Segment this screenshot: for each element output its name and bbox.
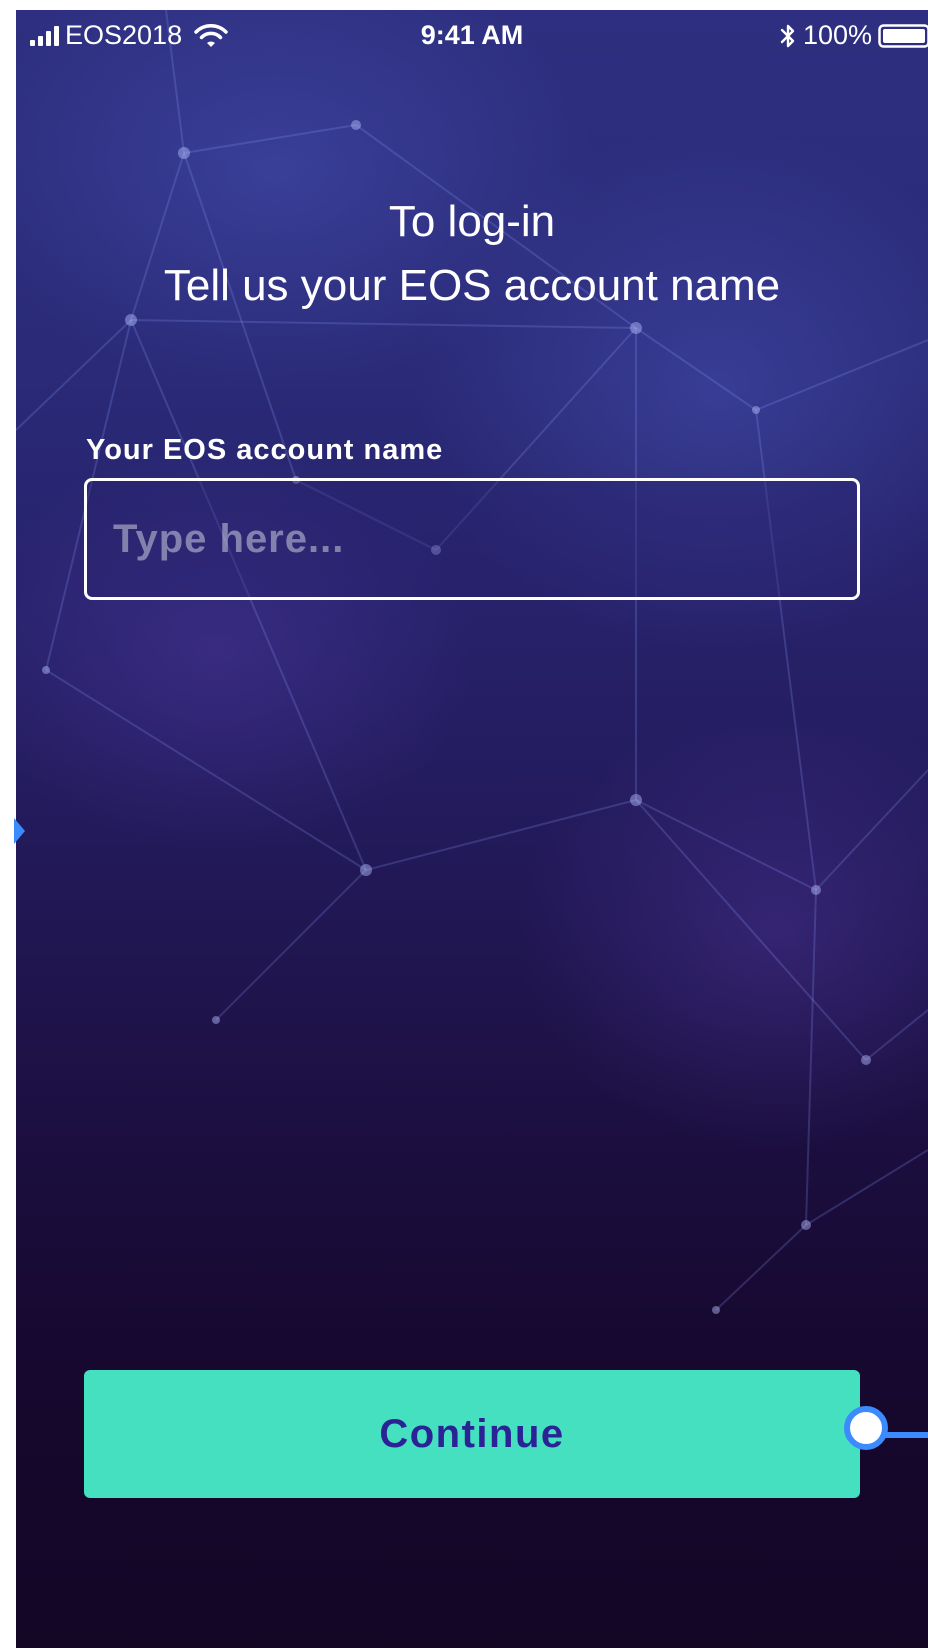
status-right: 100% bbox=[779, 20, 928, 51]
prototype-link-marker bbox=[14, 818, 25, 844]
bluetooth-icon bbox=[780, 24, 795, 47]
heading-line-1: To log-in bbox=[388, 197, 556, 246]
heading-line-2: Tell us your EOS account name bbox=[163, 261, 781, 310]
app-screen: EOS2018 9:41 AM 100% To log-in Tell us y… bbox=[16, 10, 928, 1648]
status-bar: EOS2018 9:41 AM 100% bbox=[16, 10, 928, 66]
battery-icon bbox=[878, 23, 928, 48]
continue-button[interactable]: Continue bbox=[84, 1370, 860, 1498]
account-name-label: Your EOS account name bbox=[86, 434, 444, 466]
battery-percent: 100% bbox=[802, 20, 872, 50]
login-heading: To log-in Tell us your EOS account name bbox=[16, 190, 928, 318]
account-name-input[interactable] bbox=[84, 478, 860, 600]
prototype-link-handle[interactable] bbox=[844, 1406, 888, 1450]
